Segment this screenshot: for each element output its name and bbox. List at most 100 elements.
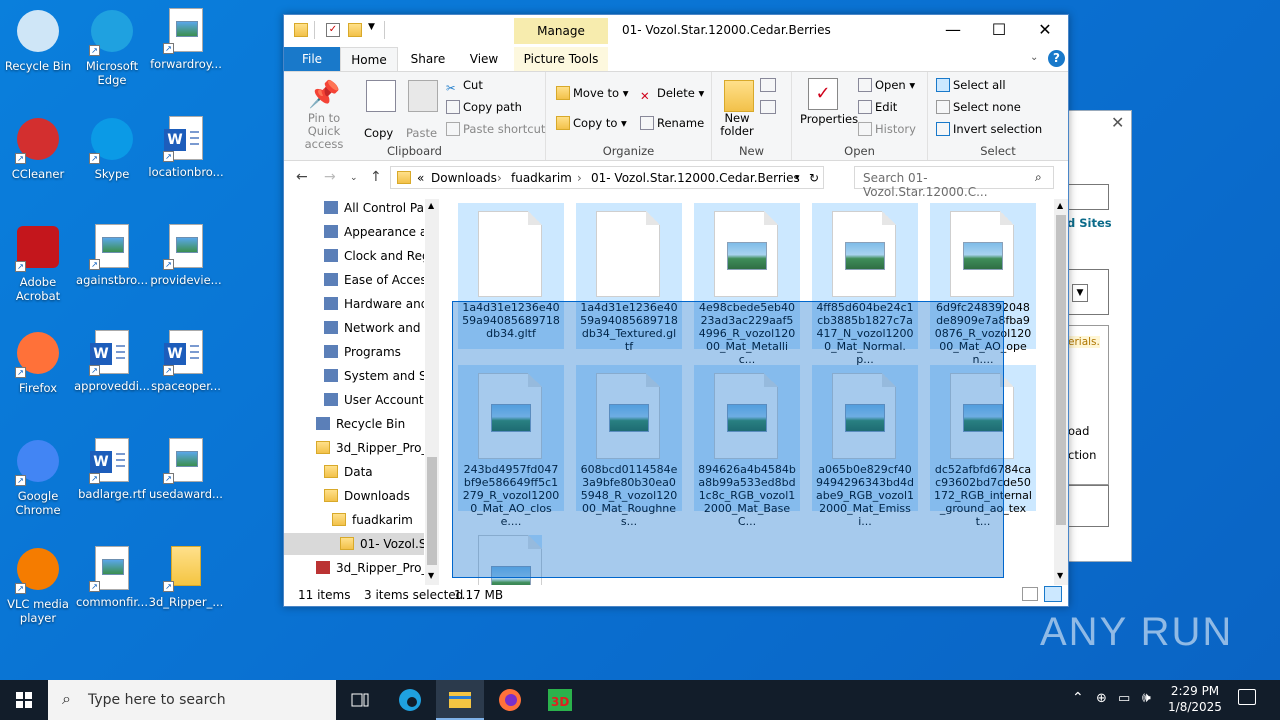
nav-scrollbar[interactable]: ▲ ▼: [425, 199, 439, 585]
search-icon[interactable]: ⌕: [1035, 170, 1042, 185]
nav-item[interactable]: System and Se: [284, 365, 424, 387]
delete-button[interactable]: ✕ Delete ▾: [640, 86, 704, 103]
close-button[interactable]: ✕: [1022, 15, 1068, 45]
minimize-button[interactable]: —: [930, 15, 976, 45]
invert-selection-button[interactable]: Invert selection: [936, 122, 1042, 136]
tab-picture-tools[interactable]: Picture Tools: [514, 47, 608, 71]
taskbar-search[interactable]: ⌕ Type here to search: [48, 680, 336, 720]
chevron-down-icon[interactable]: ⌄: [1030, 52, 1038, 63]
breadcrumb-downloads[interactable]: Downloads: [431, 171, 497, 185]
search-input[interactable]: Search 01- Vozol.Star.12000.C... ⌕: [854, 166, 1054, 199]
network-status-icon[interactable]: ⊕: [1096, 691, 1107, 706]
desktop-icon[interactable]: ↗ againstbro...: [74, 224, 150, 287]
desktop-icon[interactable]: W ↗ approveddi...: [74, 330, 150, 393]
desktop-icon[interactable]: ↗ forwardroy...: [148, 8, 224, 71]
title-bar[interactable]: ✓ ▼ Manage 01- Vozol.Star.12000.Cedar.Be…: [284, 15, 1068, 47]
customize-quick-access-icon[interactable]: ▼: [368, 22, 375, 32]
nav-item[interactable]: Downloads: [284, 485, 424, 507]
desktop-icon[interactable]: ↗ VLC media player: [0, 546, 76, 625]
desktop-icon[interactable]: ↗ commonfir...: [74, 546, 150, 609]
notifications-icon[interactable]: [1238, 689, 1256, 705]
start-button[interactable]: [0, 680, 48, 720]
volume-icon[interactable]: 🕪: [1142, 690, 1151, 706]
paste-button[interactable]: Paste: [406, 126, 437, 140]
tab-share[interactable]: Share: [402, 47, 454, 71]
desktop-icon[interactable]: W ↗ locationbro...: [148, 116, 224, 179]
desktop-icon[interactable]: ↗ Firefox: [0, 330, 76, 395]
maximize-button[interactable]: ☐: [976, 15, 1022, 45]
copy-button[interactable]: Copy: [364, 126, 393, 140]
dialog-link[interactable]: d Sites: [1067, 216, 1112, 230]
details-view-icon[interactable]: [1022, 587, 1038, 601]
desktop-icon[interactable]: ↗ 3d_Ripper_...: [148, 546, 224, 609]
ethernet-icon[interactable]: ▭: [1118, 691, 1130, 706]
desktop-icon[interactable]: ↗ Google Chrome: [0, 438, 76, 517]
file-explorer-taskbar-icon[interactable]: [436, 680, 484, 720]
select-none-button[interactable]: Select none: [936, 100, 1021, 114]
firefox-taskbar-icon[interactable]: [486, 680, 534, 720]
select-all-button[interactable]: Select all: [936, 78, 1006, 92]
background-dialog[interactable]: ✕ d Sites ▼ erials. oad ction: [1066, 110, 1132, 562]
refresh-icon[interactable]: ↻: [809, 171, 819, 185]
edge-taskbar-icon[interactable]: [386, 680, 434, 720]
chevron-down-icon[interactable]: ▼: [1072, 284, 1088, 302]
new-item-icon[interactable]: [760, 78, 776, 92]
rename-button[interactable]: Rename: [640, 116, 704, 130]
address-prefix[interactable]: «: [417, 171, 424, 185]
desktop-icon[interactable]: ↗ usedaward...: [148, 438, 224, 501]
desktop-icon[interactable]: ↗ Skype: [74, 116, 150, 181]
new-folder-button[interactable]: New folder: [720, 112, 754, 138]
new-folder-quick-icon[interactable]: [348, 23, 362, 37]
desktop-icon[interactable]: ↗ CCleaner: [0, 116, 76, 181]
dialog-dropdown[interactable]: ▼: [1067, 269, 1109, 315]
up-button[interactable]: ↑: [370, 169, 382, 185]
tab-view[interactable]: View: [454, 47, 514, 71]
nav-item[interactable]: fuadkarim: [284, 509, 424, 531]
back-button[interactable]: ←: [296, 169, 308, 185]
paste-shortcut-button[interactable]: Paste shortcut: [446, 122, 545, 136]
easy-access-icon[interactable]: [760, 100, 776, 114]
close-icon[interactable]: ✕: [1111, 113, 1124, 132]
nav-item[interactable]: 01- Vozol.St: [284, 533, 424, 555]
nav-item[interactable]: Ease of Access: [284, 269, 424, 291]
recent-locations-icon[interactable]: ⌄: [350, 173, 358, 183]
desktop-icon[interactable]: ↗ providevie...: [148, 224, 224, 287]
manage-tab[interactable]: Manage: [514, 18, 608, 44]
copy-path-button[interactable]: Copy path: [446, 100, 522, 114]
properties-quick-icon[interactable]: ✓: [326, 23, 340, 37]
chevron-down-icon[interactable]: ▾: [795, 173, 800, 183]
content-scrollbar[interactable]: ▲ ▼: [1054, 199, 1068, 585]
nav-item[interactable]: Recycle Bin: [284, 413, 424, 435]
nav-item[interactable]: Clock and Regi: [284, 245, 424, 267]
history-button[interactable]: History: [858, 122, 916, 136]
chevron-up-icon[interactable]: ⌃: [1072, 690, 1084, 706]
desktop-icon[interactable]: ↗ Microsoft Edge: [74, 8, 150, 87]
forward-button[interactable]: →: [324, 169, 336, 185]
nav-item[interactable]: Data: [284, 461, 424, 483]
copy-to-button[interactable]: Copy to ▾: [556, 116, 627, 130]
nav-item[interactable]: 3d_Ripper_Pro_v: [284, 437, 424, 459]
nav-item[interactable]: User Accounts: [284, 389, 424, 411]
nav-item[interactable]: Network and Ir: [284, 317, 424, 339]
desktop-icon[interactable]: W ↗ badlarge.rtf: [74, 438, 150, 501]
tab-file[interactable]: File: [284, 47, 340, 71]
task-view-button[interactable]: [336, 680, 384, 720]
nav-item[interactable]: All Control Par: [284, 197, 424, 219]
breadcrumb-fuadkarim[interactable]: fuadkarim: [511, 171, 572, 185]
large-icons-view-icon[interactable]: [1044, 586, 1062, 602]
dialog-field[interactable]: [1067, 184, 1109, 210]
edit-button[interactable]: Edit: [858, 100, 897, 114]
help-icon[interactable]: ?: [1048, 50, 1065, 67]
cut-button[interactable]: ✂ Cut: [446, 78, 483, 95]
desktop-icon[interactable]: W ↗ spaceoper...: [148, 330, 224, 393]
desktop-icon[interactable]: ↗ Adobe Acrobat: [0, 224, 76, 303]
nav-item[interactable]: Programs: [284, 341, 424, 363]
open-button[interactable]: Open ▾: [858, 78, 915, 92]
nav-item[interactable]: Hardware and: [284, 293, 424, 315]
move-to-button[interactable]: Move to ▾: [556, 86, 628, 100]
nav-item[interactable]: Appearance an: [284, 221, 424, 243]
taskbar-clock[interactable]: 2:29 PM 1/8/2025: [1160, 683, 1230, 715]
address-input[interactable]: « Downloads › fuadkarim › 01- Vozol.Star…: [390, 166, 824, 189]
properties-button[interactable]: Properties: [800, 112, 858, 126]
nav-item[interactable]: 3d_Ripper_Pro_v: [284, 557, 424, 579]
